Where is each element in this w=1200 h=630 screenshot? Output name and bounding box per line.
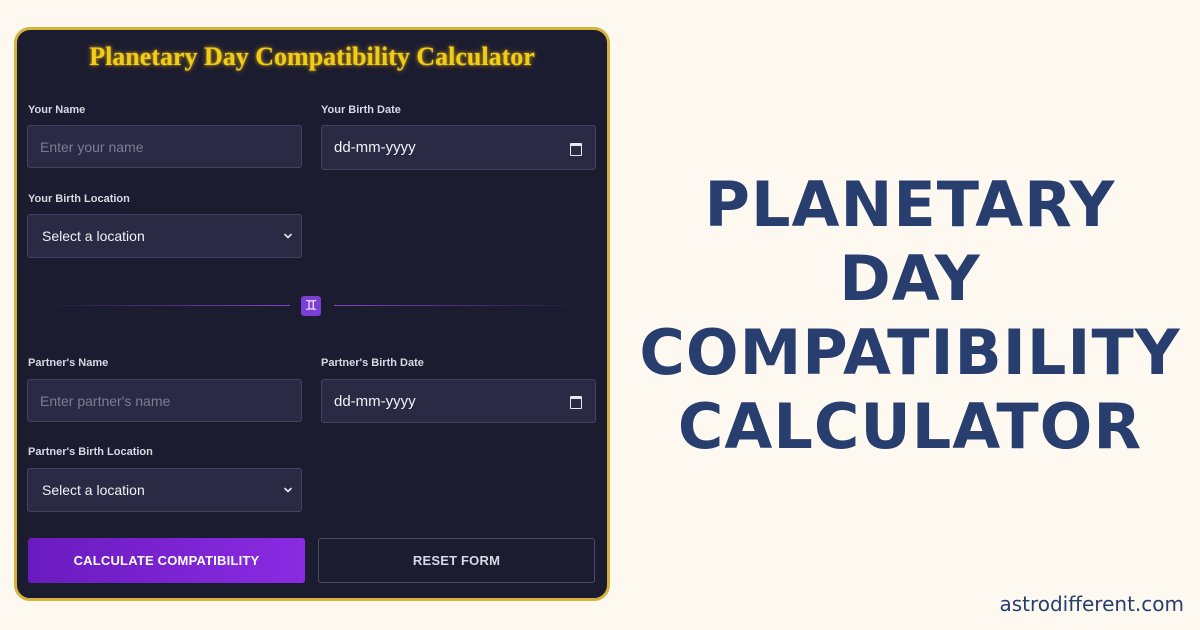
partner-birth-location-value: Select a location <box>42 482 145 498</box>
partner-birth-date-value: dd-mm-yyyy <box>334 392 416 410</box>
partner-name-input[interactable]: Enter partner's name <box>27 379 302 422</box>
your-birth-location-select[interactable]: Select a location <box>27 214 302 258</box>
partner-birth-location-select[interactable]: Select a location <box>27 468 302 512</box>
reset-form-button[interactable]: RESET FORM <box>318 538 595 583</box>
calculate-compatibility-button[interactable]: CALCULATE COMPATIBILITY <box>28 538 305 583</box>
headline-line: PLANETARY <box>704 168 1116 241</box>
partner-birth-date-label: Partner's Birth Date <box>321 357 424 369</box>
your-name-label: Your Name <box>28 104 86 116</box>
partner-name-placeholder: Enter partner's name <box>40 392 171 409</box>
calculator-title: Planetary Day Compatibility Calculator <box>89 42 535 71</box>
headline-line: CALCULATOR <box>677 390 1143 463</box>
divider-line-right <box>334 305 584 306</box>
your-birth-date-label: Your Birth Date <box>321 104 401 116</box>
gemini-icon: ♊ <box>301 296 321 316</box>
headline-line: DAY <box>839 242 981 315</box>
your-name-placeholder: Enter your name <box>40 138 144 155</box>
page: Planetary Day Compatibility Calculator Y… <box>0 0 1200 630</box>
your-birth-location-label: Your Birth Location <box>28 193 130 205</box>
headline: PLANETARY DAY COMPATIBILITY CALCULATOR <box>620 168 1200 464</box>
your-birth-date-input[interactable]: dd-mm-yyyy <box>321 125 596 170</box>
your-birth-date-value: dd-mm-yyyy <box>334 139 416 156</box>
chevron-down-icon <box>284 233 292 239</box>
calendar-icon[interactable] <box>569 394 583 409</box>
partner-birth-location-label: Partner's Birth Location <box>28 446 153 458</box>
chevron-down-icon <box>284 487 292 493</box>
calendar-icon[interactable] <box>569 141 583 156</box>
divider-line-left <box>38 305 290 306</box>
partner-name-label: Partner's Name <box>28 357 109 369</box>
site-url: astrodifferent.com <box>999 592 1184 616</box>
your-birth-location-value: Select a location <box>42 228 145 244</box>
partner-birth-date-input[interactable]: dd-mm-yyyy <box>321 379 596 423</box>
your-name-input[interactable]: Enter your name <box>27 125 302 168</box>
headline-line: COMPATIBILITY <box>639 316 1181 389</box>
